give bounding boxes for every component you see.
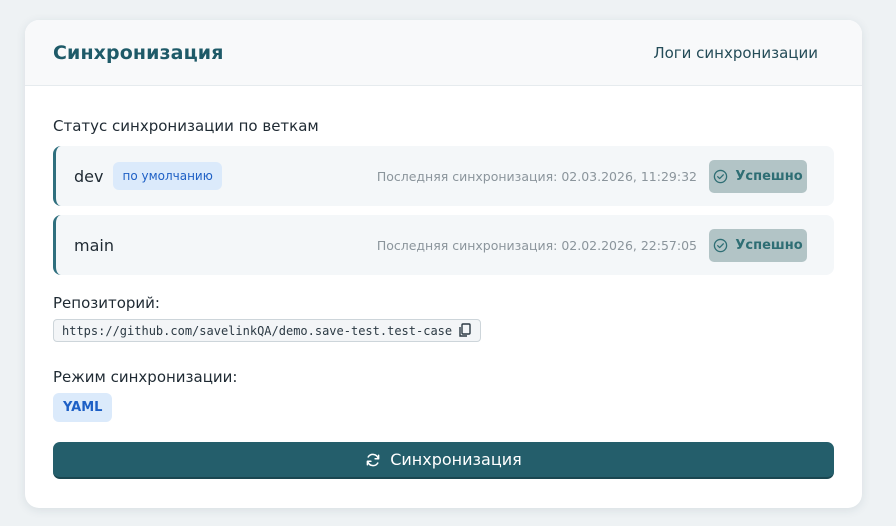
sync-mode-badge: YAML (53, 393, 113, 422)
default-branch-badge: по умолчанию (113, 162, 222, 190)
sync-logs-link[interactable]: Логи синхронизации (653, 44, 818, 62)
copy-icon[interactable] (458, 323, 472, 338)
status-success-button[interactable]: Успешно (709, 228, 807, 262)
status-label: Успешно (735, 168, 803, 184)
repository-label: Репозиторий: (53, 294, 160, 312)
card-body: Статус синхронизации по веткам dev по ум… (25, 117, 862, 422)
sync-card: Синхронизация Логи синхронизации Статус … (25, 20, 862, 508)
branches-section-title: Статус синхронизации по веткам (53, 117, 319, 135)
check-circle-icon (713, 169, 728, 184)
card-header: Синхронизация Логи синхронизации (25, 20, 862, 86)
refresh-icon (365, 452, 381, 468)
repository-url-box: https://github.com/savelinkQA/demo.save-… (53, 319, 482, 342)
status-success-button[interactable]: Успешно (709, 159, 807, 193)
sync-mode-label: Режим синхронизации: (53, 368, 238, 386)
branch-name: main (74, 235, 114, 255)
page-title: Синхронизация (53, 41, 224, 64)
branch-row-dev: dev по умолчанию Последняя синхронизация… (53, 146, 834, 206)
sync-button[interactable]: Синхронизация (53, 442, 834, 479)
branch-name: dev (74, 166, 104, 186)
last-sync-text: Последняя синхронизация: 02.03.2026, 11:… (376, 168, 697, 184)
branch-status-group: Последняя синхронизация: 02.03.2026, 11:… (376, 159, 807, 193)
status-label: Успешно (735, 237, 803, 253)
sync-button-label: Синхронизация (390, 450, 522, 469)
check-circle-icon (713, 238, 728, 253)
last-sync-text: Последняя синхронизация: 02.02.2026, 22:… (376, 237, 697, 253)
branch-status-group: Последняя синхронизация: 02.02.2026, 22:… (376, 228, 807, 262)
branch-row-main: main Последняя синхронизация: 02.02.2026… (53, 215, 834, 275)
repository-url[interactable]: https://github.com/savelinkQA/demo.save-… (62, 324, 452, 338)
